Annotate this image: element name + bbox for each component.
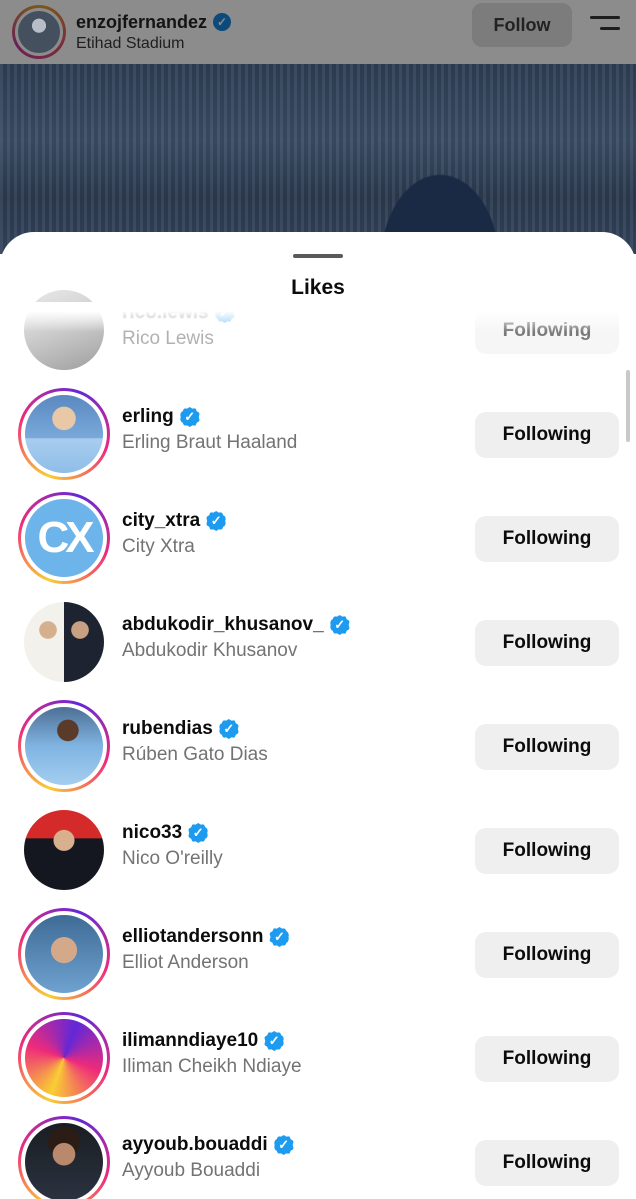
avatar-ring[interactable]: CX (18, 492, 110, 584)
username[interactable]: rico.lewis (122, 302, 209, 324)
avatar (21, 807, 107, 893)
full-name: Ayyoub Bouaddi (122, 1160, 261, 1181)
following-button[interactable]: Following (475, 828, 619, 874)
avatar-ring[interactable] (18, 388, 110, 480)
verified-icon: ✓ (273, 1135, 294, 1155)
row-text: ilimanndiaye10 ✓ Iliman Cheikh Ndiaye (122, 1028, 302, 1078)
sheet-title: Likes (291, 276, 345, 299)
avatar-ring[interactable] (18, 908, 110, 1000)
like-row[interactable]: abdukodir_khusanov_ ✓ Abdukodir Khusanov Fo… (0, 590, 636, 694)
verified-icon: ✓ (188, 823, 209, 843)
avatar (21, 1119, 107, 1199)
avatar-ring[interactable] (18, 700, 110, 792)
verified-icon: ✓ (218, 719, 239, 739)
row-text: rubendias ✓ Rúben Gato Dias (122, 716, 268, 766)
like-row[interactable]: ayyoub.bouaddi ✓ Ayyoub Bouaddi Following (0, 1110, 636, 1199)
full-name: Abdukodir Khusanov (122, 640, 298, 661)
following-button[interactable]: Following (475, 724, 619, 770)
username[interactable]: ayyoub.bouaddi (122, 1134, 268, 1156)
logo-text: CX (37, 513, 94, 562)
like-row[interactable]: rubendias ✓ Rúben Gato Dias Following (0, 694, 636, 798)
avatar-ring[interactable] (18, 804, 110, 896)
post-follow-button[interactable]: Follow (472, 3, 572, 47)
full-name: Nico O'reilly (122, 848, 223, 869)
row-text: rico.lewis ✓ Rico Lewis (122, 300, 235, 350)
full-name: Rúben Gato Dias (122, 744, 268, 765)
verified-icon: ✓ (214, 303, 235, 323)
row-text: erling ✓ Erling Braut Haaland (122, 404, 297, 454)
verified-icon: ✓ (179, 407, 200, 427)
sheet-grabber[interactable] (293, 254, 343, 258)
username[interactable]: elliotandersonn (122, 926, 263, 948)
row-text: elliotandersonn ✓ Elliot Anderson (122, 924, 290, 974)
username[interactable]: rubendias (122, 718, 213, 740)
following-button[interactable]: Following (475, 308, 619, 354)
like-row[interactable]: ilimanndiaye10 ✓ Iliman Cheikh Ndiaye Follo… (0, 1006, 636, 1110)
like-row[interactable]: erling ✓ Erling Braut Haaland Following (0, 382, 636, 486)
username[interactable]: ilimanndiaye10 (122, 1030, 258, 1052)
row-text: city_xtra ✓ City Xtra (122, 508, 227, 558)
verified-icon: ✓ (213, 13, 232, 31)
full-name: City Xtra (122, 536, 195, 557)
following-button[interactable]: Following (475, 620, 619, 666)
verified-icon: ✓ (329, 615, 350, 635)
username[interactable]: nico33 (122, 822, 182, 844)
post-username[interactable]: enzojfernandez (76, 12, 207, 33)
avatar (21, 1015, 107, 1101)
avatar (21, 599, 107, 685)
post-image (0, 64, 636, 254)
verified-icon: ✓ (264, 1031, 285, 1051)
following-button[interactable]: Following (475, 516, 619, 562)
following-button[interactable]: Following (475, 932, 619, 978)
following-button[interactable]: Following (475, 412, 619, 458)
row-text: abdukodir_khusanov_ ✓ Abdukodir Khusanov (122, 612, 350, 662)
following-button[interactable]: Following (475, 1036, 619, 1082)
full-name: Rico Lewis (122, 328, 214, 349)
post-location[interactable]: Etihad Stadium (76, 35, 231, 53)
verified-icon: ✓ (269, 927, 290, 947)
menu-icon[interactable] (590, 14, 620, 34)
verified-icon: ✓ (206, 511, 227, 531)
post-author-avatar[interactable] (12, 5, 66, 59)
username[interactable]: city_xtra (122, 510, 200, 532)
avatar (21, 911, 107, 997)
avatar-ring[interactable] (18, 1012, 110, 1104)
post-meta: enzojfernandez ✓ Etihad Stadium (76, 12, 232, 53)
avatar-ring[interactable] (18, 596, 110, 688)
like-row[interactable]: nico33 ✓ Nico O'reilly Following (0, 798, 636, 902)
username[interactable]: abdukodir_khusanov_ (122, 614, 324, 636)
post-header: enzojfernandez ✓ Etihad Stadium Follow (0, 0, 636, 64)
likes-sheet: rico.lewis ✓ Rico Lewis Following erling ✓ Erl… (0, 232, 636, 1199)
username[interactable]: erling (122, 406, 174, 428)
full-name: Erling Braut Haaland (122, 432, 298, 453)
like-row[interactable]: CX city_xtra ✓ City Xtra Following (0, 486, 636, 590)
full-name: Elliot Anderson (122, 952, 249, 973)
avatar (21, 391, 107, 477)
avatar: CX (21, 495, 107, 581)
row-text: ayyoub.bouaddi ✓ Ayyoub Bouaddi (122, 1132, 294, 1182)
following-button[interactable]: Following (475, 1140, 619, 1186)
avatar-ring[interactable] (18, 1116, 110, 1199)
avatar (21, 703, 107, 789)
full-name: Iliman Cheikh Ndiaye (122, 1056, 302, 1077)
row-text: nico33 ✓ Nico O'reilly (122, 820, 223, 870)
like-row[interactable]: elliotandersonn ✓ Elliot Anderson Following (0, 902, 636, 1006)
